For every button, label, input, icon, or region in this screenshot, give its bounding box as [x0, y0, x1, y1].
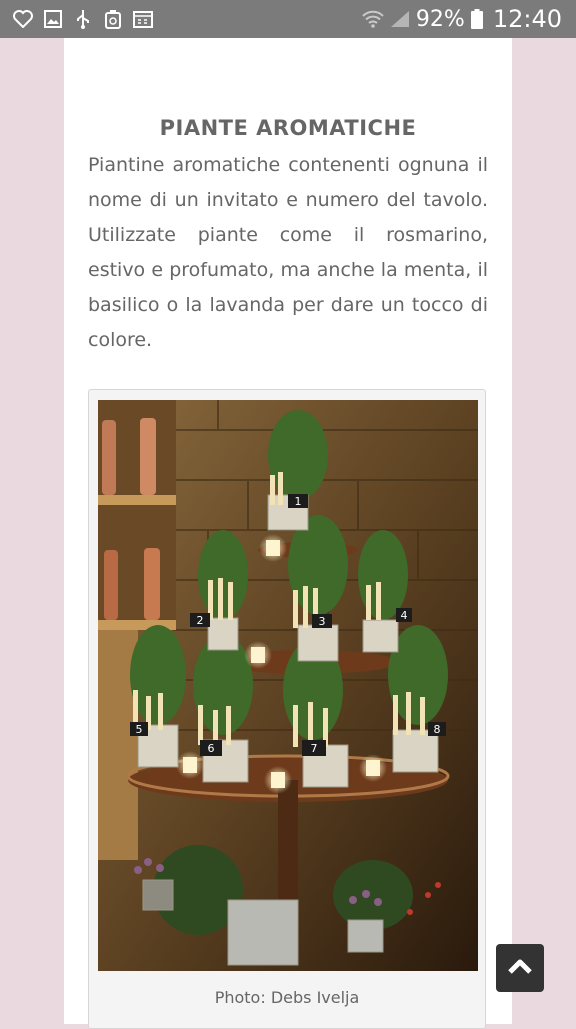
recycle-icon: [102, 8, 124, 30]
photo-caption: Photo: Debs Ivelja: [214, 988, 360, 1007]
svg-text:6: 6: [208, 742, 215, 755]
chevron-up-icon: [507, 957, 533, 979]
battery-icon: [470, 9, 483, 29]
svg-text:1: 1: [295, 495, 302, 508]
table-tag-3: 3: [312, 614, 332, 628]
usb-icon: [72, 8, 94, 30]
article-card: PIANTE AROMATICHE Piantine aromatiche co…: [64, 38, 512, 1029]
status-bar: 92% 12:40: [0, 0, 576, 38]
clock: 12:40: [492, 5, 562, 33]
table-tag-2: 2: [190, 613, 210, 627]
status-bar-right: 92% 12:40: [356, 5, 562, 33]
svg-text:4: 4: [401, 609, 408, 622]
section-title: PIANTE AROMATICHE: [159, 116, 417, 140]
table-tag-1: 1: [288, 494, 308, 508]
table-tag-4: 4: [396, 608, 412, 622]
table-tag-8: 8: [428, 722, 446, 736]
svg-text:2: 2: [197, 614, 204, 627]
gallery-icon: [42, 8, 64, 30]
photo-figure: 1 2 3 4 5 6 7 8 Photo: Debs Ivelja: [88, 389, 486, 1029]
heart-outline-icon: [12, 8, 34, 30]
status-bar-left: [12, 8, 162, 30]
article-body: Piantine aromatiche contenenti ognuna il…: [88, 154, 488, 351]
table-tag-5: 5: [130, 722, 148, 736]
calendar-icon: [132, 8, 154, 30]
svg-text:5: 5: [136, 723, 143, 736]
wifi-icon: [362, 10, 384, 28]
aromatic-plants-photo[interactable]: 1 2 3 4 5 6 7 8: [98, 400, 478, 971]
svg-text:3: 3: [319, 615, 326, 628]
table-tag-7: 7: [302, 740, 326, 756]
svg-text:8: 8: [434, 723, 441, 736]
svg-text:7: 7: [311, 742, 318, 755]
table-tag-6: 6: [200, 740, 222, 756]
signal-icon: [390, 10, 410, 28]
battery-percent: 92%: [415, 6, 465, 32]
scroll-to-top-button[interactable]: [496, 944, 544, 992]
